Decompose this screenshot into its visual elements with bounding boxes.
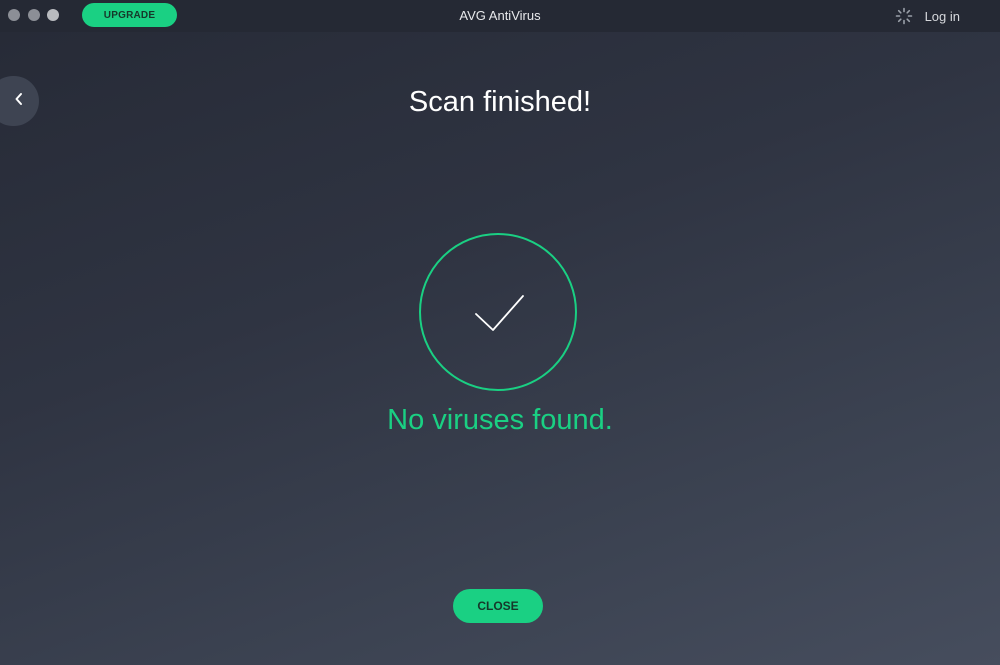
- title-bar: UPGRADE AVG AntiVirus Log in: [0, 0, 1000, 32]
- login-button[interactable]: Log in: [895, 7, 960, 25]
- login-label: Log in: [924, 8, 960, 24]
- scan-result-text: No viruses found.: [387, 404, 613, 436]
- app-window: UPGRADE AVG AntiVirus Log in Scan finish…: [0, 0, 1000, 665]
- app-title: AVG AntiVirus: [459, 8, 541, 23]
- page-title: Scan finished!: [408, 86, 592, 118]
- spinner-icon: [895, 7, 913, 25]
- success-indicator: [418, 232, 578, 392]
- checkmark-icon: [419, 233, 577, 391]
- close-button[interactable]: CLOSE: [453, 589, 543, 623]
